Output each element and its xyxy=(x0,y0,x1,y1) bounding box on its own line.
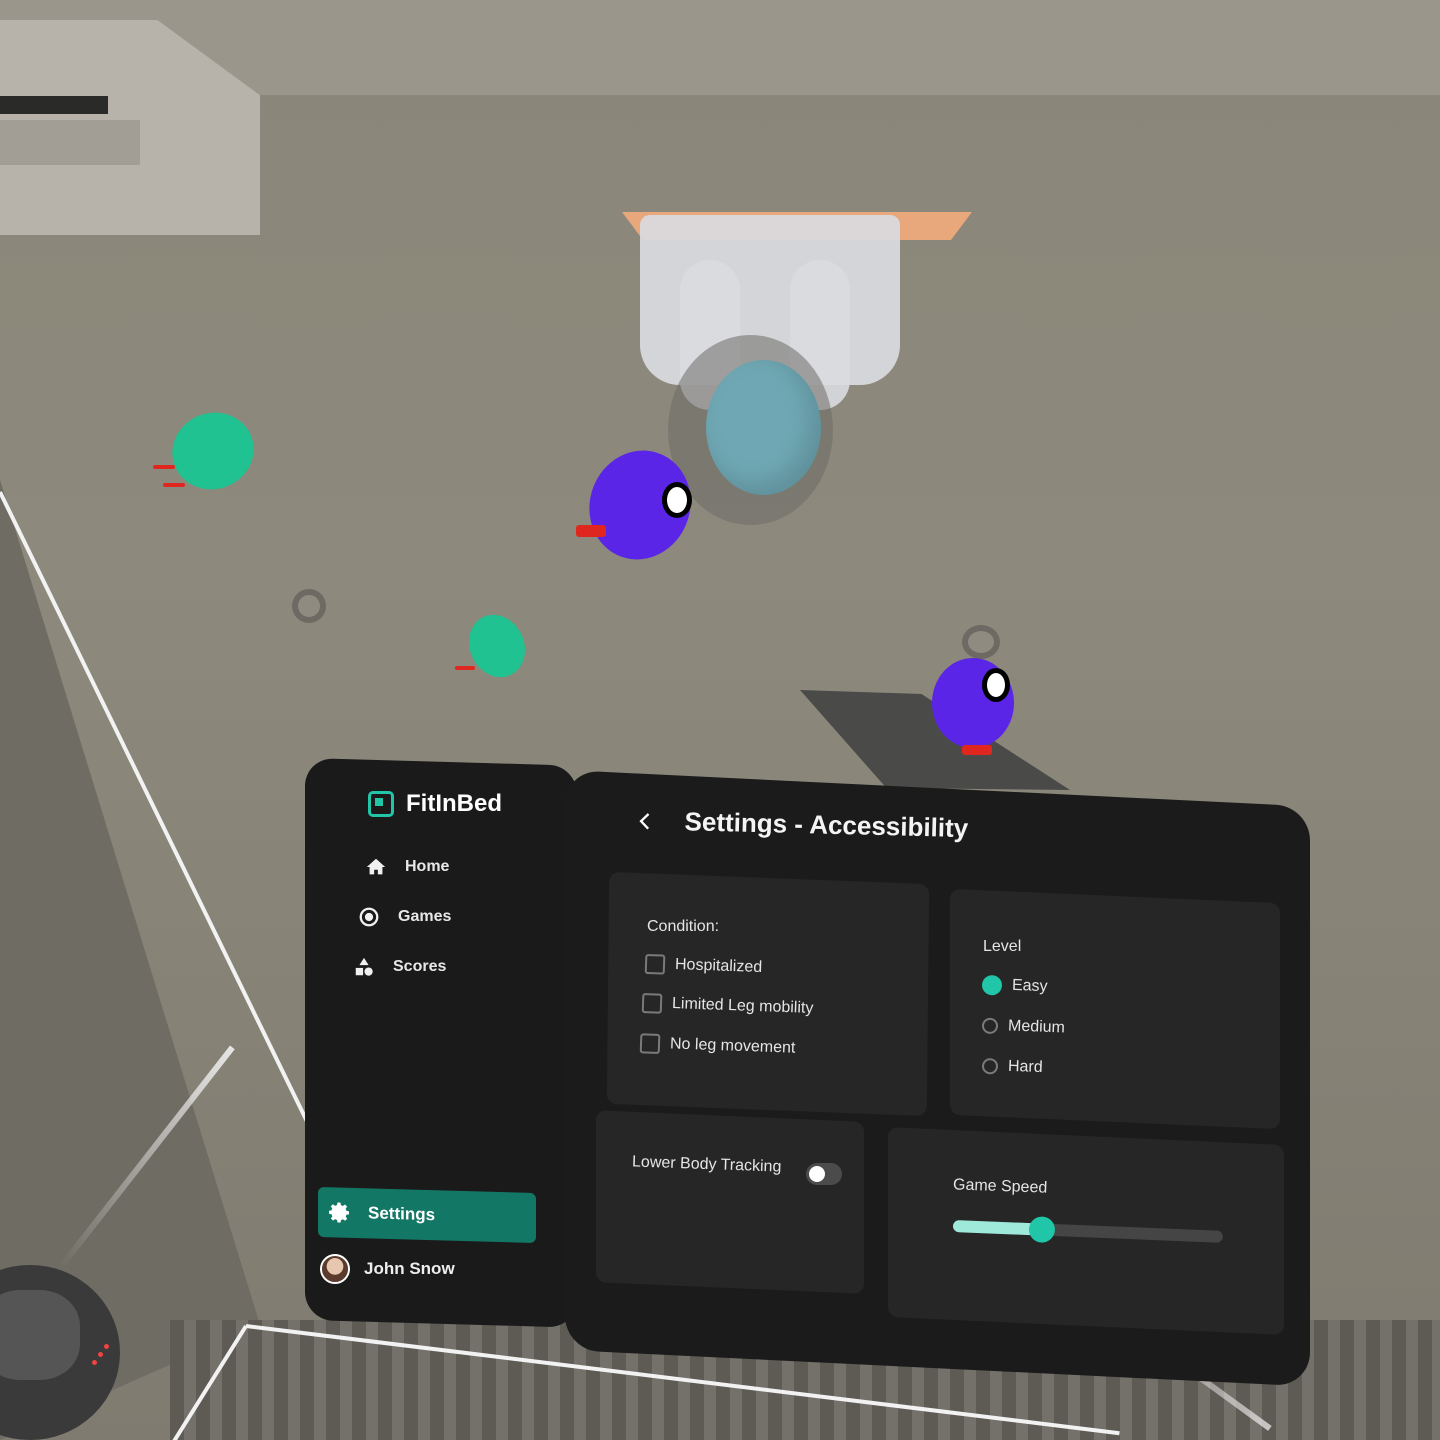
radio-dot xyxy=(981,1017,999,1035)
radio-label: Easy xyxy=(1011,976,1048,996)
creature-eye xyxy=(662,482,692,518)
radio-medium[interactable]: Medium xyxy=(981,1017,1066,1038)
checkbox-label: No leg movement xyxy=(669,1035,796,1057)
checkbox-hospitalized[interactable]: Hospitalized xyxy=(644,953,763,978)
chevron-left-icon[interactable] xyxy=(634,809,657,832)
sidebar-item-scores[interactable]: Scores xyxy=(353,956,446,978)
shapes-icon xyxy=(355,957,373,976)
sidebar-item-games[interactable]: Games xyxy=(358,906,451,928)
logo-icon xyxy=(368,791,394,817)
radio-easy[interactable]: Easy xyxy=(981,974,1048,997)
sidebar-item-label: Scores xyxy=(393,958,447,975)
creature-foot xyxy=(163,483,185,487)
checkbox-label: Limited Leg mobility xyxy=(671,995,814,1017)
sidebar-panel xyxy=(305,758,577,1328)
radio-label: Hard xyxy=(1007,1057,1043,1077)
sidebar-item-home[interactable]: Home xyxy=(365,856,449,878)
ceiling-light xyxy=(962,625,1000,659)
vent-slot xyxy=(0,96,108,114)
radio-label: Medium xyxy=(1007,1017,1066,1037)
checkbox-box xyxy=(639,1033,661,1054)
game-speed-label: Game Speed xyxy=(952,1176,1048,1197)
radio-dot xyxy=(981,974,1003,996)
sidebar-item-label: Games xyxy=(398,908,452,925)
app-logo: FitInBed xyxy=(368,790,502,818)
radio-hard[interactable]: Hard xyxy=(981,1057,1043,1077)
lower-body-toggle[interactable] xyxy=(806,1163,842,1185)
sidebar-item-label: Settings xyxy=(368,1203,436,1225)
creature-foot xyxy=(153,465,175,469)
vent-lip xyxy=(0,120,140,165)
creature-foot xyxy=(455,666,475,670)
checkbox-label: Hospitalized xyxy=(674,956,763,977)
green-creature xyxy=(459,605,535,687)
radio-dot xyxy=(981,1057,999,1075)
app-name: FitInBed xyxy=(406,790,502,817)
sidebar-item-label: Home xyxy=(405,858,450,875)
checkbox-box xyxy=(644,953,666,975)
user-name: John Snow xyxy=(364,1259,455,1278)
creature-eye xyxy=(982,668,1010,702)
condition-label: Condition: xyxy=(647,918,720,935)
home-icon xyxy=(366,858,386,875)
gear-icon xyxy=(329,1202,349,1223)
avatar xyxy=(320,1254,350,1284)
checkbox-box xyxy=(641,993,663,1014)
controller-light xyxy=(92,1360,97,1365)
level-card xyxy=(950,888,1280,1130)
creature-foot xyxy=(962,745,992,755)
controller-face xyxy=(0,1290,80,1380)
controller-light xyxy=(98,1352,103,1357)
sidebar-item-settings[interactable]: Settings xyxy=(318,1186,536,1244)
ceiling-light xyxy=(292,589,326,623)
user-profile[interactable]: John Snow xyxy=(320,1254,455,1284)
controller-light xyxy=(104,1344,109,1349)
target-icon xyxy=(359,907,379,927)
lower-body-card xyxy=(596,1110,864,1294)
avatar-head xyxy=(706,360,821,495)
creature-foot xyxy=(576,525,606,537)
level-label: Level xyxy=(983,938,1022,955)
